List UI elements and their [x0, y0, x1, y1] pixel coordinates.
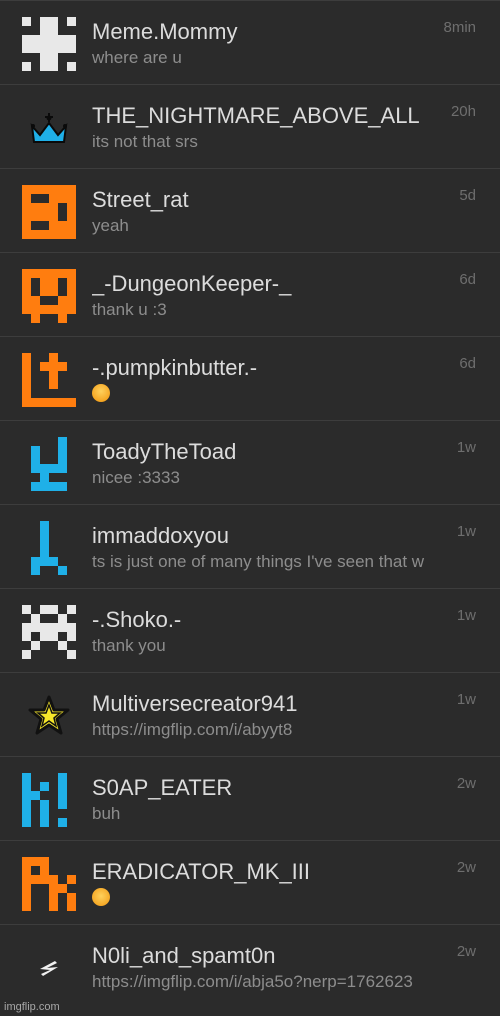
- contact-name: _-DungeonKeeper-_: [92, 271, 292, 296]
- contact-name: S0AP_EATER: [92, 775, 233, 800]
- timestamp: 6d: [459, 271, 476, 288]
- message-preview: thank u :3: [92, 300, 167, 319]
- timestamp: 1w: [456, 691, 476, 708]
- blue-pixel-k-exclaim-icon: [22, 773, 76, 827]
- flushed-face-emoji: [92, 384, 110, 402]
- message-preview: https://imgflip.com/i/abyyt8: [92, 720, 293, 739]
- orange-pixel-block-icon: [22, 185, 76, 239]
- conversation-row[interactable]: -.pumpkinbutter.- 6d: [0, 336, 500, 420]
- contact-name: -.pumpkinbutter.-: [92, 355, 258, 380]
- message-preview: https://imgflip.com/i/abja5o?nerp=176262…: [92, 972, 413, 991]
- contact-name: ERADICATOR_MK_III: [92, 859, 311, 884]
- conversation-list: Meme.Mommy where are u 8min THE_NIGHTMAR…: [0, 0, 500, 1016]
- contact-name: THE_NIGHTMARE_ABOVE_ALL: [92, 103, 420, 128]
- conversation-row[interactable]: Meme.Mommy where are u 8min: [0, 0, 500, 84]
- timestamp: 1w: [456, 607, 476, 624]
- timestamp: 1w: [456, 439, 476, 456]
- contact-name: Street_rat: [92, 187, 189, 212]
- message-preview: thank you: [92, 636, 166, 655]
- timestamp: 2w: [456, 943, 476, 960]
- conversation-row[interactable]: THE_NIGHTMARE_ABOVE_ALL its not that srs…: [0, 84, 500, 168]
- message-preview: buh: [92, 804, 121, 823]
- message-preview: nicee :3333: [92, 468, 180, 487]
- peeking-face-emoji: [92, 888, 110, 906]
- message-preview: its not that srs: [92, 132, 198, 151]
- blue-pixel-chair-icon: [22, 437, 76, 491]
- message-preview: yeah: [92, 216, 129, 235]
- contact-name: Multiversecreator941: [92, 691, 298, 716]
- watermark: imgflip.com: [4, 1001, 60, 1013]
- yellow-star-icon: [22, 689, 76, 743]
- white-pixel-cross-icon: [22, 17, 76, 71]
- orange-pixel-pk-icon: [22, 857, 76, 911]
- message-preview: ts is just one of many things I've seen …: [92, 552, 425, 571]
- contact-name: ToadyTheToad: [92, 439, 237, 464]
- contact-name: -.Shoko.-: [92, 607, 182, 632]
- timestamp: 2w: [456, 859, 476, 876]
- timestamp: 1w: [456, 523, 476, 540]
- conversation-row[interactable]: _-DungeonKeeper-_ thank u :3 6d: [0, 252, 500, 336]
- blue-crown-icon: [22, 101, 76, 155]
- blue-pixel-stand-icon: [22, 521, 76, 575]
- contact-name: immaddoxyou: [92, 523, 229, 548]
- conversation-row[interactable]: immaddoxyou ts is just one of many thing…: [0, 504, 500, 588]
- conversation-row[interactable]: -.Shoko.- thank you 1w: [0, 588, 500, 672]
- timestamp: 6d: [459, 355, 476, 372]
- timestamp: 5d: [459, 187, 476, 204]
- conversation-row[interactable]: ToadyTheToad nicee :3333 1w: [0, 420, 500, 504]
- conversation-row[interactable]: S0AP_EATER buh 2w: [0, 756, 500, 840]
- conversation-row[interactable]: N0li_and_spamt0n https://imgflip.com/i/a…: [0, 924, 500, 1016]
- contact-name: Meme.Mommy: [92, 19, 238, 44]
- white-lightning-icon: [22, 941, 76, 995]
- message-preview: where are u: [92, 48, 182, 67]
- timestamp: 8min: [443, 19, 476, 36]
- timestamp: 2w: [456, 775, 476, 792]
- orange-pixel-corner-icon: [22, 353, 76, 407]
- conversation-row[interactable]: ERADICATOR_MK_III 2w: [0, 840, 500, 924]
- white-pixel-checker-icon: [22, 605, 76, 659]
- conversation-row[interactable]: Street_rat yeah 5d: [0, 168, 500, 252]
- message-preview: [92, 384, 475, 404]
- conversation-row[interactable]: Multiversecreator941 https://imgflip.com…: [0, 672, 500, 756]
- contact-name: N0li_and_spamt0n: [92, 943, 276, 968]
- message-preview: [92, 888, 475, 908]
- timestamp: 20h: [450, 103, 476, 120]
- orange-pixel-skull-icon: [22, 269, 76, 323]
